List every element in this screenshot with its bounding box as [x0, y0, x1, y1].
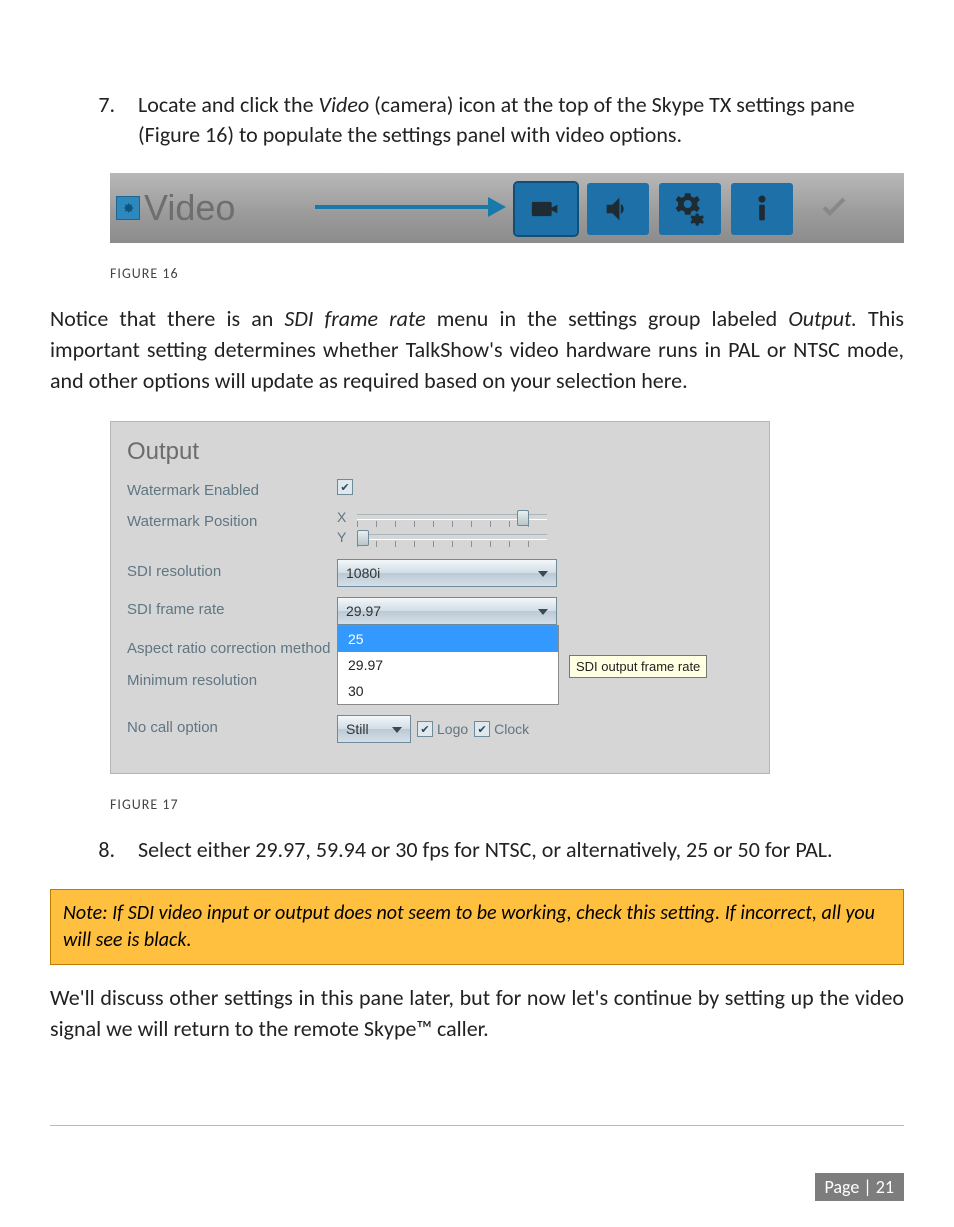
clock-label: Clock: [494, 721, 529, 737]
row-sdi-frame-rate: SDI frame rate 29.97 25 29.97 30 SDI out…: [127, 597, 753, 625]
label-watermark-position: Watermark Position: [127, 509, 337, 530]
figure-16-caption: FIGURE 16: [110, 265, 904, 282]
clock-checkbox-group: ✔ Clock: [474, 721, 529, 737]
tooltip-sdi-output-frame-rate: SDI output frame rate: [569, 655, 707, 678]
row-watermark-enabled: Watermark Enabled ✔: [127, 478, 753, 499]
watermark-enabled-checkbox[interactable]: ✔: [337, 479, 353, 495]
chevron-down-icon: [392, 727, 402, 733]
logo-checkbox[interactable]: ✔: [417, 721, 433, 737]
sdi-frame-rate-options: 25 29.97 30: [337, 625, 559, 705]
gear-icon: [116, 196, 140, 220]
tab-info[interactable]: [731, 183, 793, 235]
slider-y[interactable]: Y: [337, 529, 753, 545]
figure-17-caption: FIGURE 17: [110, 796, 904, 813]
closing-paragraph: We'll discuss other settings in this pan…: [50, 983, 904, 1045]
row-no-call-option: No call option Still ✔ Logo ✔ Clock: [127, 715, 753, 743]
step7-text-a: Locate and click the: [138, 91, 319, 118]
slider-y-thumb[interactable]: [357, 530, 369, 546]
label-aspect-ratio: Aspect ratio correction method: [127, 635, 337, 659]
slider-x-thumb[interactable]: [517, 510, 529, 526]
step-7: Locate and click the Video (camera) icon…: [120, 90, 904, 149]
logo-label: Logo: [437, 721, 468, 737]
label-minimum-resolution: Minimum resolution: [127, 668, 337, 689]
sdi-frame-rate-value: 29.97: [346, 603, 381, 619]
no-call-combo[interactable]: Still: [337, 715, 411, 743]
step7-video-word: Video: [319, 91, 370, 118]
video-banner: Video: [110, 173, 904, 243]
chevron-down-icon: [538, 571, 548, 577]
annotation-arrow: [315, 205, 490, 209]
slider-x[interactable]: X: [337, 509, 753, 525]
chevron-down-icon: [538, 609, 548, 615]
note-box: Note: If SDI video input or output does …: [50, 889, 904, 965]
tab-audio[interactable]: [587, 183, 649, 235]
row-sdi-resolution: SDI resolution 1080i: [127, 559, 753, 587]
row-watermark-position: Watermark Position X Y: [127, 509, 753, 549]
no-call-value: Still: [346, 721, 369, 737]
label-sdi-frame-rate: SDI frame rate: [127, 597, 337, 618]
y-axis-label: Y: [337, 529, 351, 545]
page-number: Page | 21: [815, 1173, 905, 1201]
para1-output: Output.: [788, 305, 857, 332]
label-no-call-option: No call option: [127, 715, 337, 736]
sdi-resolution-value: 1080i: [346, 565, 380, 581]
para1-a: Notice that there is an: [50, 305, 284, 332]
tab-apply[interactable]: [803, 183, 865, 235]
x-axis-label: X: [337, 509, 351, 525]
step8-text: Select either 29.97, 59.94 or 30 fps for…: [138, 836, 833, 863]
output-heading: Output: [127, 438, 753, 466]
para1-sdi: SDI frame rate: [284, 305, 425, 332]
tab-video[interactable]: [515, 183, 577, 235]
option-25[interactable]: 25: [338, 626, 558, 652]
sdi-frame-rate-combo[interactable]: 29.97: [337, 597, 557, 625]
option-2997[interactable]: 29.97: [338, 652, 558, 678]
sdi-resolution-combo[interactable]: 1080i: [337, 559, 557, 587]
para1-b: menu in the settings group labeled: [426, 305, 789, 332]
option-30[interactable]: 30: [338, 678, 558, 704]
label-watermark-enabled: Watermark Enabled: [127, 478, 337, 499]
logo-checkbox-group: ✔ Logo: [417, 721, 468, 737]
footer-rule: [50, 1125, 904, 1126]
tab-advanced[interactable]: [659, 183, 721, 235]
step-8: Select either 29.97, 59.94 or 30 fps for…: [120, 835, 904, 865]
clock-checkbox[interactable]: ✔: [474, 721, 490, 737]
label-sdi-resolution: SDI resolution: [127, 559, 337, 580]
output-settings-panel: Output Watermark Enabled ✔ Watermark Pos…: [110, 421, 770, 775]
banner-title: Video: [144, 187, 235, 229]
settings-tabs: [515, 183, 865, 235]
paragraph-sdi-frame-rate: Notice that there is an SDI frame rate m…: [50, 304, 904, 396]
